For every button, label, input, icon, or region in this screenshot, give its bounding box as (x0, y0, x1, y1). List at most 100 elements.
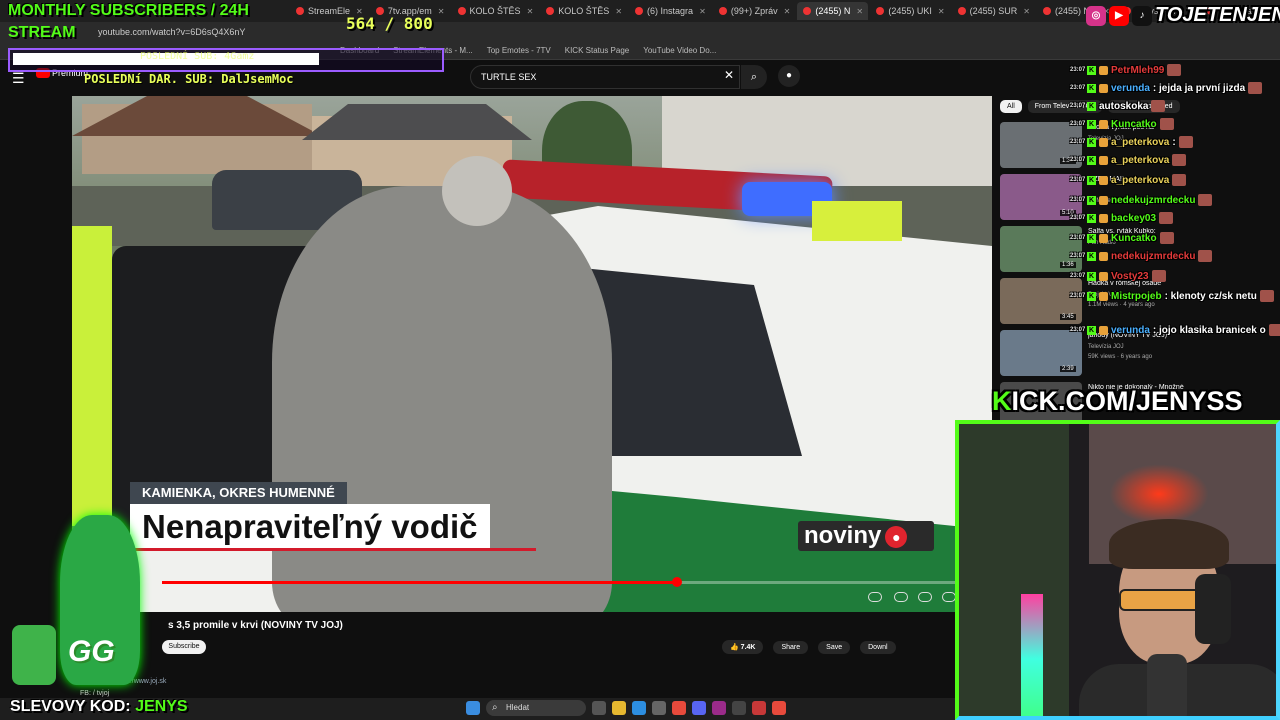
save-button[interactable]: Save (818, 640, 851, 654)
subscriber-badge-icon (1099, 83, 1108, 93)
chat-username: Vosty23 (1111, 270, 1149, 282)
chat-emote-icon (1151, 100, 1166, 112)
browser-tab[interactable]: KOLO ŠTĚS ✕ (452, 2, 539, 20)
news-headline-underline (130, 548, 536, 551)
chat-emote-icon (1268, 324, 1280, 336)
file-explorer-icon[interactable] (612, 701, 626, 715)
stream-label: STREAM (8, 24, 76, 41)
kick-badge-icon: K (1087, 213, 1096, 223)
close-tab-icon[interactable]: ✕ (784, 7, 791, 16)
chat-timestamp: 23:07 (1070, 235, 1086, 241)
tab-favicon-icon (803, 7, 812, 15)
subscriber-badge-icon (1099, 137, 1108, 147)
browser-tab[interactable]: (2455) SUR ✕ (952, 2, 1035, 20)
search-button[interactable]: ⌕ (741, 65, 767, 89)
chrome-icon[interactable] (772, 701, 786, 715)
filter-chip[interactable]: All (1000, 100, 1022, 113)
task-view-icon[interactable] (592, 701, 606, 715)
kick-badge-icon: K (1087, 83, 1096, 93)
chat-username: backey03 (1111, 212, 1157, 224)
instagram-icon: ◎ (1086, 5, 1106, 26)
miniplayer-icon[interactable] (942, 592, 956, 602)
close-tab-icon[interactable]: ✕ (438, 7, 445, 16)
autoplay-toggle[interactable] (868, 592, 882, 602)
chat-timestamp: 23:07 (1070, 273, 1086, 279)
streamer-microphone (1147, 654, 1187, 716)
chat-message: 23:07 Kverunda: jojo klasika branicek o (1070, 322, 1280, 338)
news-location-label: KAMIENKA, OKRES HUMENNÉ (130, 482, 347, 504)
kick-badge-icon: K (1087, 233, 1096, 243)
subscribe-button[interactable]: Subscribe (162, 640, 206, 654)
browser-tab[interactable]: (2455) UKI ✕ (870, 2, 949, 20)
subscriber-goal-counter: 564 / 800 (346, 14, 433, 33)
noviny-logo-mark-icon: ● (885, 525, 908, 548)
browser-tab[interactable]: KOLO ŠTĚS ✕ (540, 2, 627, 20)
tiktok-icon: ♪ (1132, 5, 1152, 26)
browser-tab[interactable]: (6) Instagra ✕ (629, 2, 711, 20)
chat-timestamp: 23:07 (1070, 85, 1086, 91)
tab-favicon-icon (635, 7, 644, 15)
social-handle-name: TOJETENJENYS (1155, 4, 1280, 26)
close-tab-icon[interactable]: ✕ (938, 7, 945, 16)
chat-timestamp: 23:07 (1070, 293, 1086, 299)
chat-timestamp: 23:07 (1070, 253, 1086, 259)
video-scene-head (442, 156, 512, 226)
chat-emote-icon (1172, 154, 1187, 166)
app-icon[interactable] (712, 701, 726, 715)
subtitles-icon[interactable] (894, 592, 908, 602)
close-tab-icon[interactable]: ✕ (856, 7, 863, 16)
chat-emote-icon (1198, 250, 1213, 262)
menu-icon[interactable]: ☰ (12, 70, 25, 87)
browser-tab[interactable]: (99+) Zpráv ✕ (713, 2, 796, 20)
chat-timestamp: 23:07 (1070, 197, 1086, 203)
chat-text: : (1172, 136, 1176, 148)
edge-icon[interactable] (632, 701, 646, 715)
like-button[interactable]: 👍 7.4K (722, 640, 764, 654)
chat-timestamp: 23:07 (1070, 139, 1086, 145)
kick-badge-icon: K (1087, 325, 1096, 335)
video-progress-bar[interactable] (162, 577, 992, 587)
clear-search-icon[interactable]: ✕ (724, 68, 734, 82)
share-button[interactable]: Share (773, 640, 809, 654)
chat-username: PetrMleh99 (1111, 64, 1165, 76)
social-handles: ◎ ▶ ♪ TOJETENJENYS (1086, 4, 1280, 27)
close-tab-icon[interactable]: ✕ (527, 7, 534, 16)
settings-icon[interactable] (918, 592, 932, 602)
webcam-red-light (1109, 464, 1209, 524)
chat-message: 23:07 K Mistrpojeb: klenoty cz/sk netu (1070, 288, 1274, 304)
chat-username: verunda (1111, 82, 1150, 94)
discount-code-banner: SLEVOVY KOD: JENYS (10, 698, 188, 716)
tab-favicon-icon (296, 7, 304, 15)
chat-message: 23:07 Ka_peterkova (1070, 152, 1187, 168)
store-icon[interactable] (652, 701, 666, 715)
obs-icon[interactable] (732, 701, 746, 715)
microphone-icon[interactable]: ● (778, 65, 800, 87)
video-title: s 3,5 promile v krvi (NOVINY TV JOJ) (168, 620, 343, 631)
chrome-icon[interactable] (672, 701, 686, 715)
tab-label: KOLO ŠTĚS (558, 6, 610, 16)
bookmark-item[interactable]: Top Emotes - 7TV (487, 46, 551, 55)
chat-emote-icon (1198, 194, 1213, 206)
download-button[interactable]: Downl (860, 640, 896, 654)
tab-favicon-icon (1042, 7, 1051, 15)
video-player[interactable]: KAMIENKA, OKRES HUMENNÉ Nenapraviteľný v… (72, 96, 992, 612)
bookmark-item[interactable]: YouTube Video Do... (643, 46, 716, 55)
chat-message: 23:07 Kverunda: jejda ja první jizda (1070, 80, 1263, 96)
windows-start-icon[interactable] (466, 701, 480, 715)
chat-username: a_peterkova (1111, 174, 1170, 186)
search-input[interactable]: TURTLE SEX (470, 65, 740, 89)
close-tab-icon[interactable]: ✕ (615, 7, 622, 16)
chat-text: : klenoty cz/sk netu (1164, 290, 1257, 302)
screen: StreamEle ✕ 7tv.app/em ✕ KOLO ŠTĚS ✕ KOLO ŠTĚS… (0, 0, 1280, 720)
subscriber-badge-icon (1099, 325, 1108, 335)
chat-emote-icon (1172, 174, 1187, 186)
close-tab-icon[interactable]: ✕ (699, 7, 706, 16)
discord-icon[interactable] (692, 701, 706, 715)
bookmark-item[interactable]: KICK Status Page (565, 46, 629, 55)
video-progress-knob[interactable] (671, 577, 682, 587)
browser-tab[interactable]: (2455) N ✕ (797, 2, 869, 20)
close-tab-icon[interactable]: ✕ (1023, 7, 1030, 16)
app-icon[interactable] (752, 701, 766, 715)
taskbar-search[interactable]: Hledat (486, 700, 586, 716)
subscriber-badge-icon (1099, 155, 1108, 165)
